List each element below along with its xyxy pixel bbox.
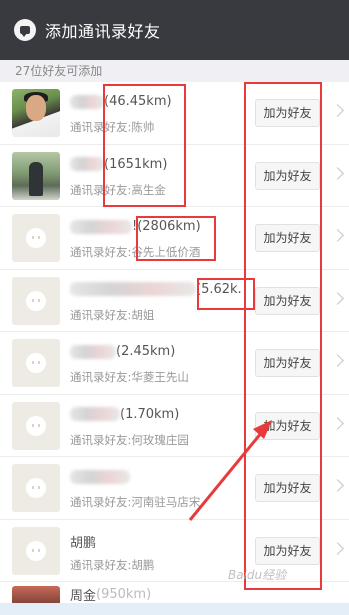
annotation-arrow — [188, 420, 272, 521]
bottom-strip — [0, 603, 349, 615]
watermark: Baidu经验 — [228, 568, 287, 582]
